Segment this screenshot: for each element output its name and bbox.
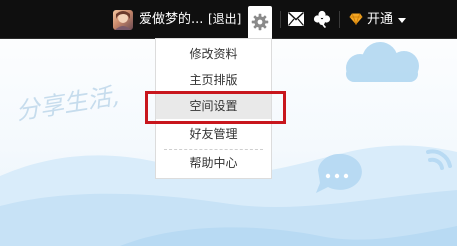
- settings-button[interactable]: [248, 6, 272, 38]
- avatar-image: [115, 11, 131, 30]
- vip-open-button[interactable]: 开通: [367, 11, 393, 28]
- topbar-divider: [339, 11, 340, 28]
- menu-item-edit-profile[interactable]: 修改资料: [156, 41, 271, 67]
- username-link[interactable]: 爱做梦的...: [139, 11, 203, 28]
- top-bar: 爱做梦的... [退出] 开通: [0, 0, 457, 39]
- menu-item-friend-management[interactable]: 好友管理: [156, 121, 271, 147]
- clover-icon[interactable]: [313, 10, 331, 28]
- mail-icon[interactable]: [288, 12, 304, 26]
- menu-item-help-center[interactable]: 帮助中心: [156, 150, 271, 176]
- avatar[interactable]: [113, 10, 133, 30]
- chevron-down-icon[interactable]: [398, 18, 406, 23]
- topbar-divider: [280, 11, 281, 28]
- gear-icon: [251, 13, 269, 31]
- menu-item-homepage-layout[interactable]: 主页排版: [156, 67, 271, 93]
- logout-link[interactable]: [退出]: [208, 11, 241, 28]
- highlight-box: [145, 91, 286, 124]
- diamond-icon[interactable]: [349, 13, 363, 25]
